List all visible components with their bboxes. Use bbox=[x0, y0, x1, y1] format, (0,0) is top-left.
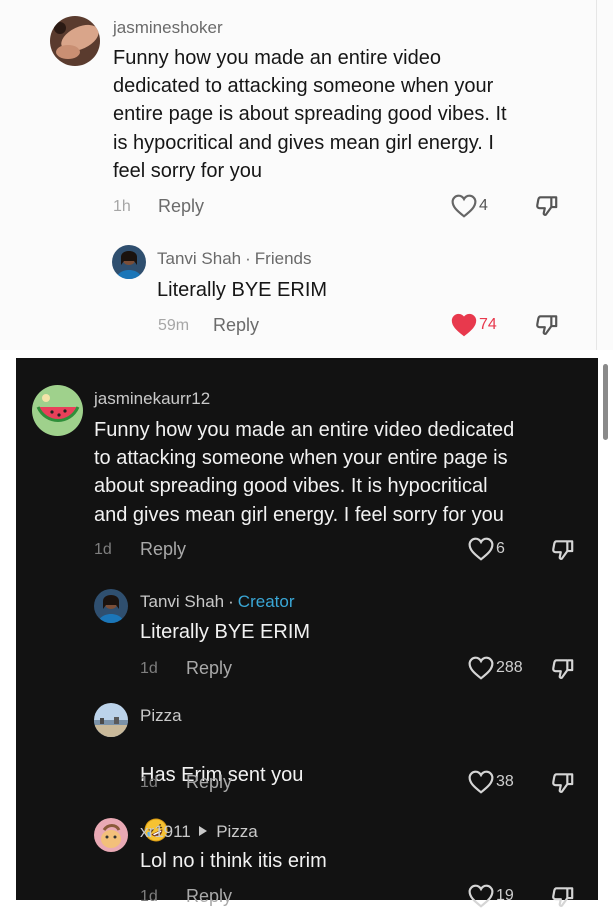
reply-button[interactable]: Reply bbox=[186, 772, 232, 793]
thumbs-down-icon[interactable] bbox=[550, 657, 576, 686]
reply-to-username[interactable]: Pizza bbox=[216, 822, 258, 841]
avatar[interactable] bbox=[50, 16, 100, 66]
comment-text: Literally BYE ERIM bbox=[157, 279, 328, 301]
comment-username[interactable]: xr1911 Pizza bbox=[140, 821, 258, 842]
heart-outline-icon bbox=[451, 194, 477, 218]
like-count: 288 bbox=[496, 659, 523, 676]
comment-timestamp: 1d bbox=[140, 774, 158, 791]
heart-outline-icon bbox=[468, 537, 494, 561]
avatar[interactable] bbox=[112, 245, 146, 279]
comment-text: Funny how you made an entire video dedic… bbox=[113, 47, 507, 182]
thumbs-down-icon[interactable] bbox=[550, 538, 576, 567]
comment-username[interactable]: jasminekaurr12 bbox=[94, 389, 210, 409]
like-count: 19 bbox=[496, 887, 514, 904]
triangle-right-icon bbox=[199, 821, 208, 841]
like-count: 4 bbox=[479, 197, 488, 214]
dark-comment-thread: jasminekaurr12 Funny how you made an ent… bbox=[16, 358, 598, 908]
reply-button[interactable]: Reply bbox=[186, 658, 232, 679]
comment-timestamp: 1h bbox=[113, 198, 131, 215]
comment-timestamp: 59m bbox=[158, 317, 190, 334]
like-button[interactable]: 38 bbox=[468, 770, 514, 794]
separator-dot: · bbox=[245, 249, 251, 268]
separator-dot: · bbox=[228, 592, 234, 611]
comment-username[interactable]: Tanvi Shah · Creator bbox=[140, 592, 294, 612]
avatar[interactable] bbox=[94, 589, 128, 623]
reply-button[interactable]: Reply bbox=[186, 886, 232, 907]
heart-filled-icon bbox=[451, 313, 477, 337]
like-count: 38 bbox=[496, 773, 514, 790]
comment-username[interactable]: Tanvi Shah · Friends bbox=[157, 249, 311, 269]
like-button[interactable]: 6 bbox=[468, 537, 505, 561]
scrollbar[interactable] bbox=[603, 364, 608, 440]
comment-timestamp: 1d bbox=[140, 660, 158, 677]
comment-text: Funny how you made an entire video dedic… bbox=[94, 419, 515, 526]
username-text[interactable]: xr1911 bbox=[140, 822, 191, 841]
comment-timestamp: 1d bbox=[140, 888, 158, 905]
thumbs-down-icon[interactable] bbox=[534, 313, 560, 342]
like-count: 6 bbox=[496, 540, 505, 557]
like-button[interactable]: 288 bbox=[468, 656, 523, 680]
like-button[interactable]: 74 bbox=[451, 313, 497, 337]
comment-timestamp: 1d bbox=[94, 541, 112, 558]
reply-button[interactable]: Reply bbox=[158, 196, 204, 217]
avatar[interactable] bbox=[94, 703, 128, 737]
light-comment-thread: jasmineshoker Funny how you made an enti… bbox=[0, 0, 613, 350]
like-button[interactable]: 4 bbox=[451, 194, 488, 218]
heart-outline-icon bbox=[468, 884, 494, 908]
heart-outline-icon bbox=[468, 656, 494, 680]
comment-username[interactable]: jasmineshoker bbox=[113, 18, 223, 38]
like-button[interactable]: 19 bbox=[468, 884, 514, 908]
avatar[interactable] bbox=[32, 385, 83, 436]
avatar[interactable] bbox=[94, 818, 128, 852]
like-count: 74 bbox=[479, 316, 497, 333]
comment-text: Literally BYE ERIM bbox=[140, 621, 311, 643]
reply-button[interactable]: Reply bbox=[140, 539, 186, 560]
thumbs-down-icon[interactable] bbox=[534, 194, 560, 223]
thumbs-down-icon[interactable] bbox=[550, 771, 576, 800]
username-text[interactable]: Tanvi Shah bbox=[157, 249, 241, 268]
username-text[interactable]: Tanvi Shah bbox=[140, 592, 224, 611]
creator-badge: Creator bbox=[237, 592, 295, 611]
reply-button[interactable]: Reply bbox=[213, 315, 259, 336]
comment-text: Lol no i think itis erim bbox=[140, 850, 327, 872]
friends-badge: Friends bbox=[254, 249, 312, 268]
comment-username[interactable]: Pizza bbox=[140, 706, 182, 726]
heart-outline-icon bbox=[468, 770, 494, 794]
